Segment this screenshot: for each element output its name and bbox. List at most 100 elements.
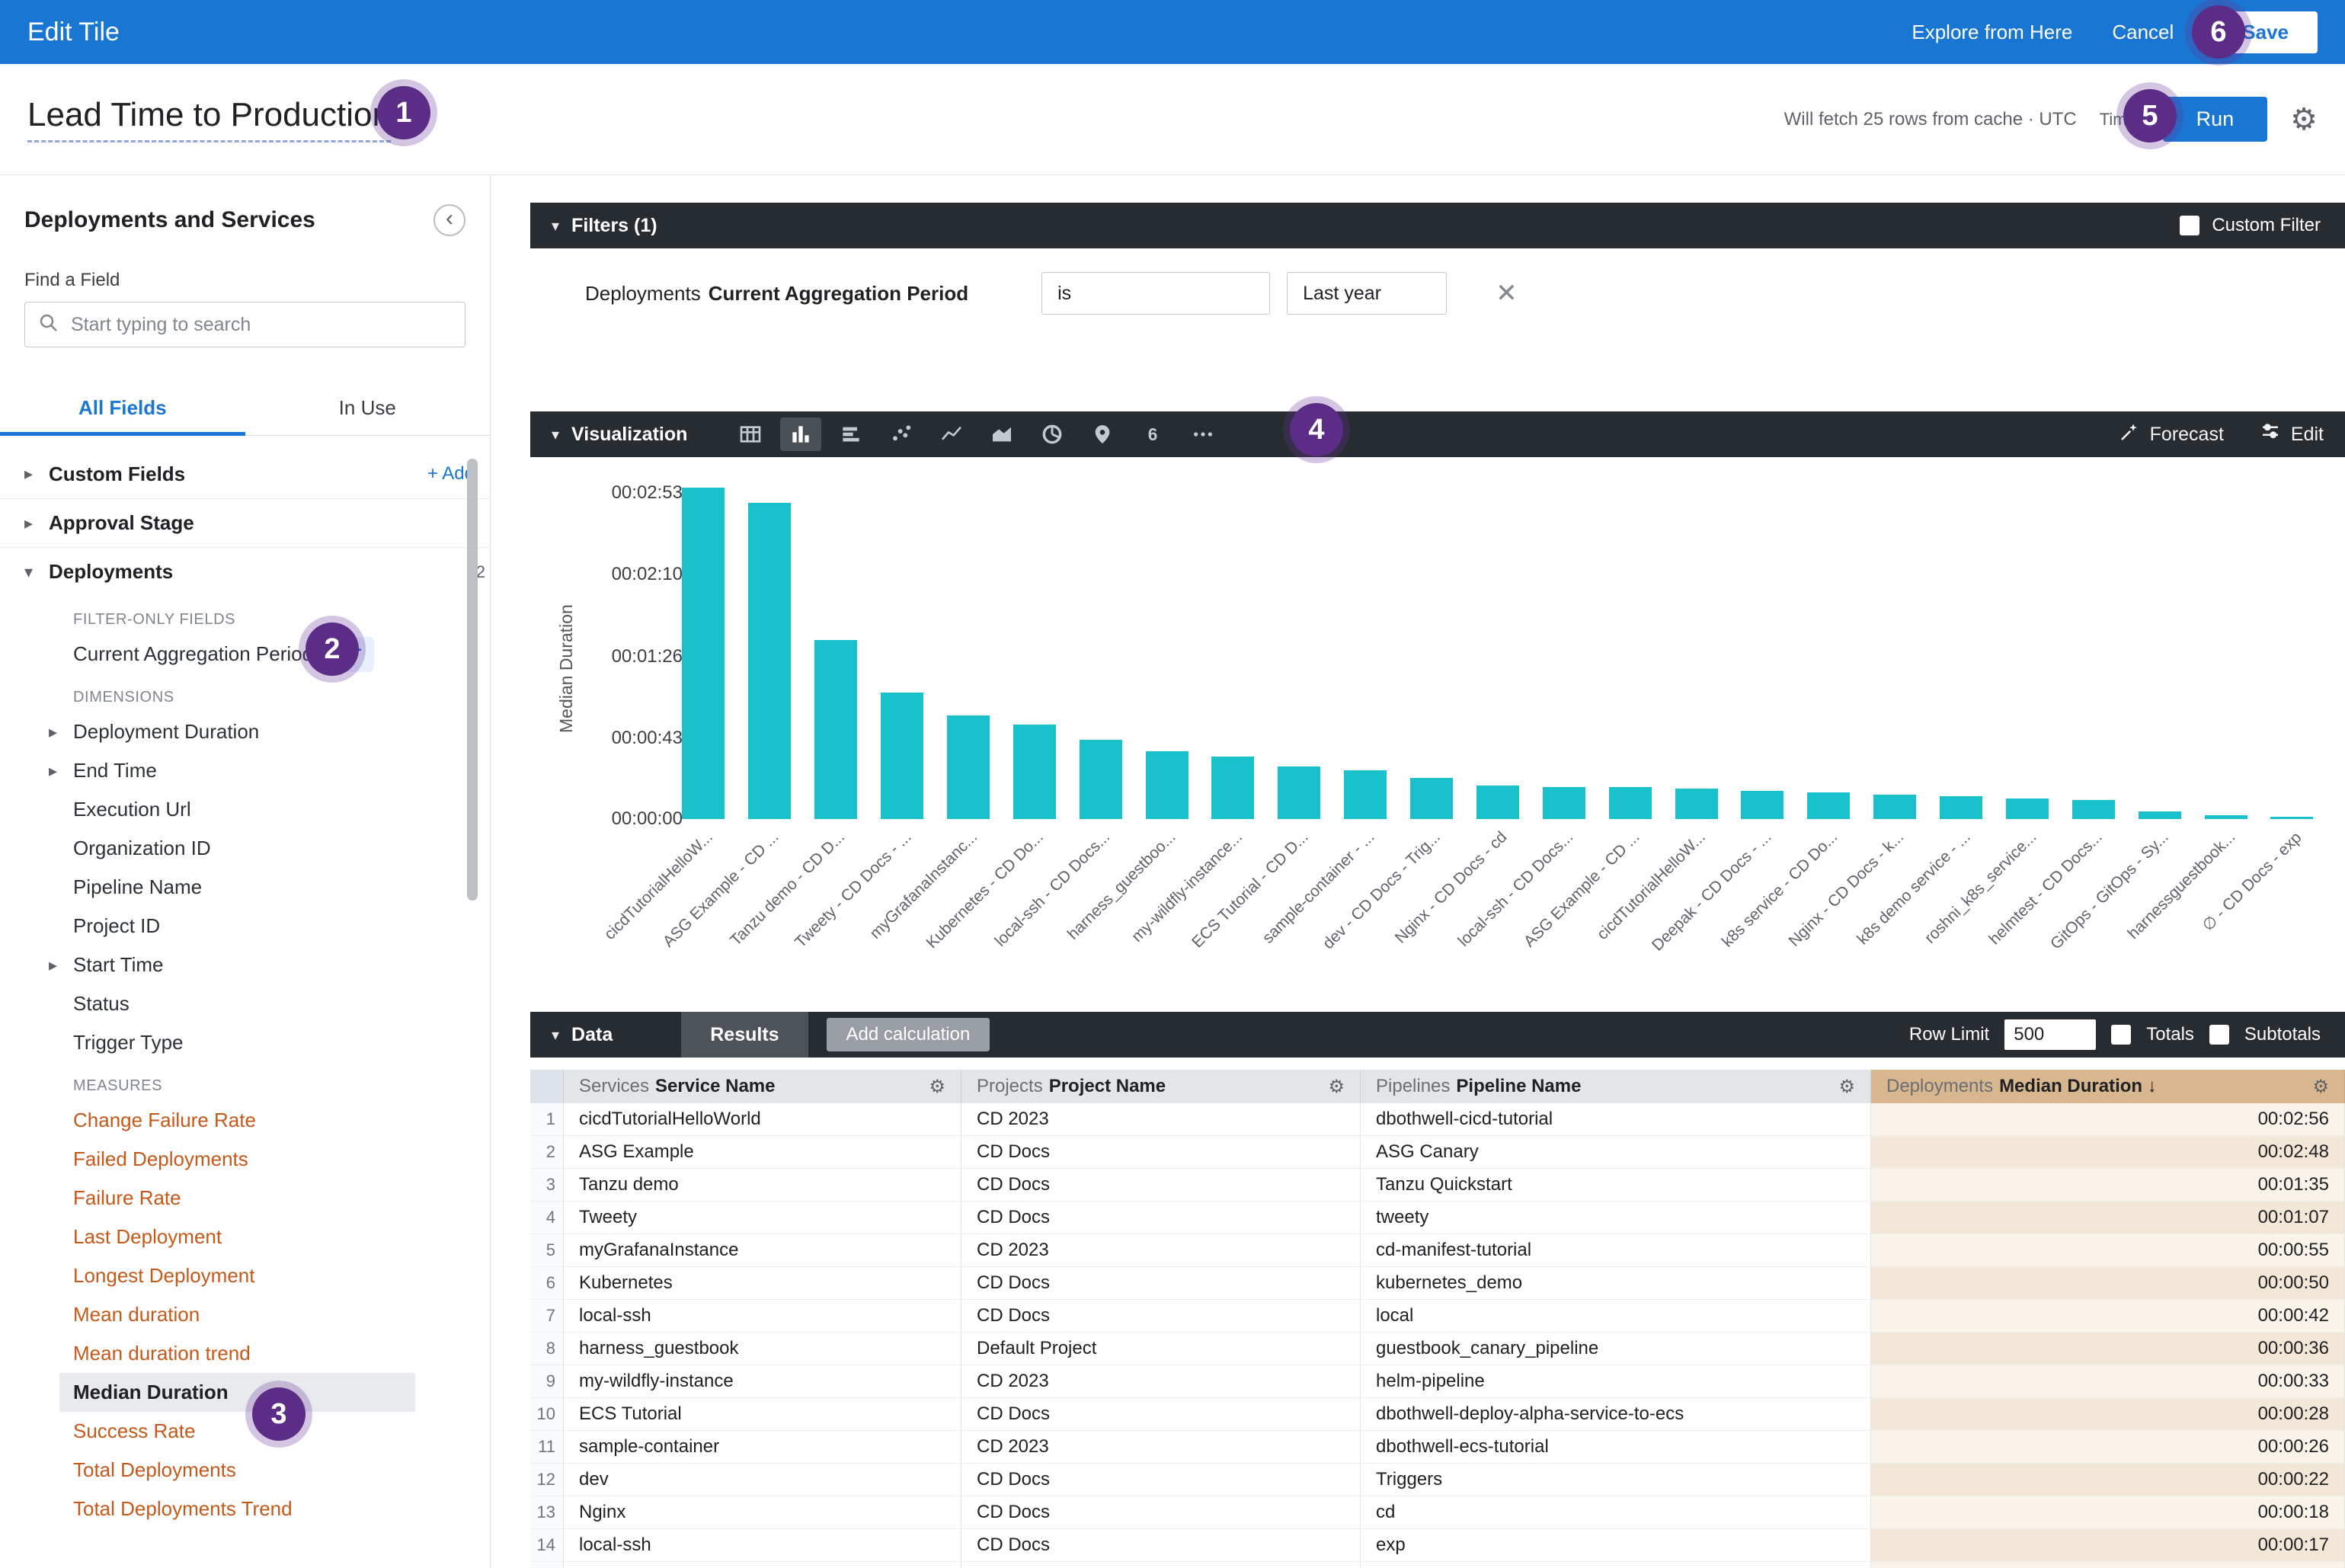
gear-icon[interactable]: ⚙ xyxy=(1328,1076,1345,1098)
subtotals-checkbox[interactable] xyxy=(2209,1025,2229,1045)
chart-bar[interactable] xyxy=(2072,800,2115,819)
chart-bar[interactable] xyxy=(947,715,990,819)
scatter-viz-icon[interactable] xyxy=(881,418,922,451)
chart-bar[interactable] xyxy=(2006,798,2049,819)
field-item-failed-deployments[interactable]: Failed Deployments xyxy=(0,1140,490,1179)
edit-viz-button[interactable]: Edit xyxy=(2259,421,2324,449)
cancel-button[interactable]: Cancel xyxy=(2112,21,2174,44)
field-item-status[interactable]: Status xyxy=(0,984,490,1023)
chart-bar[interactable] xyxy=(1410,778,1453,819)
field-item-median-duration[interactable]: Median Duration xyxy=(59,1373,415,1412)
field-item-success-rate[interactable]: Success Rate xyxy=(0,1412,490,1451)
field-item-organization-id[interactable]: Organization ID xyxy=(0,829,490,868)
sidebar-scrollbar[interactable] xyxy=(467,459,478,901)
bar-viz-icon[interactable] xyxy=(780,418,821,451)
field-group-deployments[interactable]: ▾Deployments2 xyxy=(0,547,490,596)
chart-bar[interactable] xyxy=(1146,751,1188,819)
column-header-pipeline-name[interactable]: PipelinesPipeline Name⚙ xyxy=(1361,1070,1871,1103)
totals-checkbox[interactable] xyxy=(2111,1025,2131,1045)
field-group-approval-stage[interactable]: ▸Approval Stage xyxy=(0,498,490,547)
chart-bar[interactable] xyxy=(1873,795,1916,819)
row-viz-icon[interactable] xyxy=(830,418,872,451)
field-item-longest-deployment[interactable]: Longest Deployment xyxy=(0,1256,490,1295)
chart-bar[interactable] xyxy=(1807,792,1850,819)
chart-bar[interactable] xyxy=(1940,796,1982,819)
pie-viz-icon[interactable] xyxy=(1032,418,1073,451)
field-search-box[interactable] xyxy=(24,302,465,347)
column-header-median-duration[interactable]: DeploymentsMedian Duration ↓⚙ xyxy=(1871,1070,2345,1103)
chart-bar[interactable] xyxy=(2270,817,2313,819)
more-viz-icon[interactable] xyxy=(1182,418,1224,451)
row-limit-input[interactable] xyxy=(2004,1019,2096,1050)
chart-bar[interactable] xyxy=(1741,791,1784,819)
gear-icon[interactable]: ⚙ xyxy=(2290,104,2318,135)
field-group-custom-fields[interactable]: ▸Custom Fields+ Add xyxy=(0,450,490,498)
filter-value-input[interactable]: Last year xyxy=(1287,272,1447,315)
add-calculation-button[interactable]: Add calculation xyxy=(827,1018,990,1051)
collapse-visualization-icon[interactable]: ▾ xyxy=(552,425,559,444)
field-item-last-deployment[interactable]: Last Deployment xyxy=(0,1218,490,1256)
chart-bar[interactable] xyxy=(748,503,791,819)
field-item-change-failure-rate[interactable]: Change Failure Rate xyxy=(0,1101,490,1140)
chart-bar[interactable] xyxy=(682,488,725,819)
chart-bar[interactable] xyxy=(814,640,857,819)
area-viz-icon[interactable] xyxy=(981,418,1022,451)
column-header-service-name[interactable]: ServicesService Name⚙ xyxy=(564,1070,961,1103)
chart-bar[interactable] xyxy=(1278,766,1320,819)
data-section-header[interactable]: ▾ Data Results Add calculation Row Limit… xyxy=(530,1012,2345,1058)
remove-filter-icon[interactable]: ✕ xyxy=(1496,278,1518,309)
tab-all-fields[interactable]: All Fields xyxy=(0,382,245,436)
collapse-filters-icon[interactable]: ▾ xyxy=(552,216,559,235)
field-item-start-time[interactable]: ▸Start Time xyxy=(0,946,490,984)
collapse-data-icon[interactable]: ▾ xyxy=(552,1026,559,1045)
single-value-viz-icon[interactable]: 6 xyxy=(1132,418,1173,451)
field-item-pipeline-name[interactable]: Pipeline Name xyxy=(0,868,490,907)
collapse-sidebar-button[interactable]: ‹ xyxy=(433,204,465,236)
chevron-right-icon[interactable]: ▸ xyxy=(24,464,49,484)
field-item-trigger-type[interactable]: Trigger Type xyxy=(0,1023,490,1062)
chart-bar[interactable] xyxy=(2205,815,2247,819)
table-viz-icon[interactable] xyxy=(730,418,771,451)
gear-icon[interactable]: ⚙ xyxy=(2312,1076,2329,1098)
chevron-right-icon[interactable]: ▸ xyxy=(49,761,73,781)
chart-bar[interactable] xyxy=(1675,789,1718,819)
chart-bar[interactable] xyxy=(1013,725,1056,819)
results-tab[interactable]: Results xyxy=(681,1012,808,1058)
field-item-total-deployments[interactable]: Total Deployments xyxy=(0,1451,490,1490)
visualization-section-header[interactable]: ▾ Visualization 6 Forecast Edit xyxy=(530,411,2345,457)
field-search-input[interactable] xyxy=(71,314,453,336)
forecast-button[interactable]: Forecast xyxy=(2118,421,2224,449)
chevron-right-icon[interactable]: ▸ xyxy=(24,514,49,533)
field-item-failure-rate[interactable]: Failure Rate xyxy=(0,1179,490,1218)
chevron-down-icon[interactable]: ▾ xyxy=(24,562,49,582)
field-item-mean-duration-trend[interactable]: Mean duration trend xyxy=(0,1334,490,1373)
chevron-right-icon[interactable]: ▸ xyxy=(49,955,73,975)
field-item-deployment-duration[interactable]: ▸Deployment Duration xyxy=(0,712,490,751)
field-item-project-id[interactable]: Project ID xyxy=(0,907,490,946)
chart-bar[interactable] xyxy=(1344,770,1387,819)
chart-bar[interactable] xyxy=(1543,787,1585,819)
field-item-mean-duration[interactable]: Mean duration xyxy=(0,1295,490,1334)
chart-bar[interactable] xyxy=(1476,786,1519,819)
chart-bar[interactable] xyxy=(1080,740,1122,819)
gear-icon[interactable]: ⚙ xyxy=(1838,1076,1855,1098)
line-viz-icon[interactable] xyxy=(931,418,972,451)
field-item-execution-url[interactable]: Execution Url xyxy=(0,790,490,829)
chart-bar[interactable] xyxy=(1211,757,1254,819)
field-item-current-aggregation-period[interactable]: Current Aggregation Period xyxy=(0,635,490,674)
filters-section-header[interactable]: ▾ Filters (1) Custom Filter xyxy=(530,203,2345,248)
field-item-total-deployments-trend[interactable]: Total Deployments Trend xyxy=(0,1490,490,1528)
chevron-right-icon[interactable]: ▸ xyxy=(49,722,73,742)
tile-title-input[interactable]: Lead Time to Production xyxy=(27,96,391,142)
tab-in-use[interactable]: In Use xyxy=(245,382,491,435)
column-header-project-name[interactable]: ProjectsProject Name⚙ xyxy=(961,1070,1361,1103)
chart-bar[interactable] xyxy=(881,693,923,819)
map-viz-icon[interactable] xyxy=(1082,418,1123,451)
chart-bar[interactable] xyxy=(1609,787,1652,819)
gear-icon[interactable]: ⚙ xyxy=(929,1076,945,1098)
chart-bar[interactable] xyxy=(2139,811,2181,819)
filter-operator-select[interactable]: is xyxy=(1041,272,1270,315)
field-item-end-time[interactable]: ▸End Time xyxy=(0,751,490,790)
run-button[interactable]: Run xyxy=(2163,97,2268,142)
explore-from-here-link[interactable]: Explore from Here xyxy=(1912,21,2072,44)
